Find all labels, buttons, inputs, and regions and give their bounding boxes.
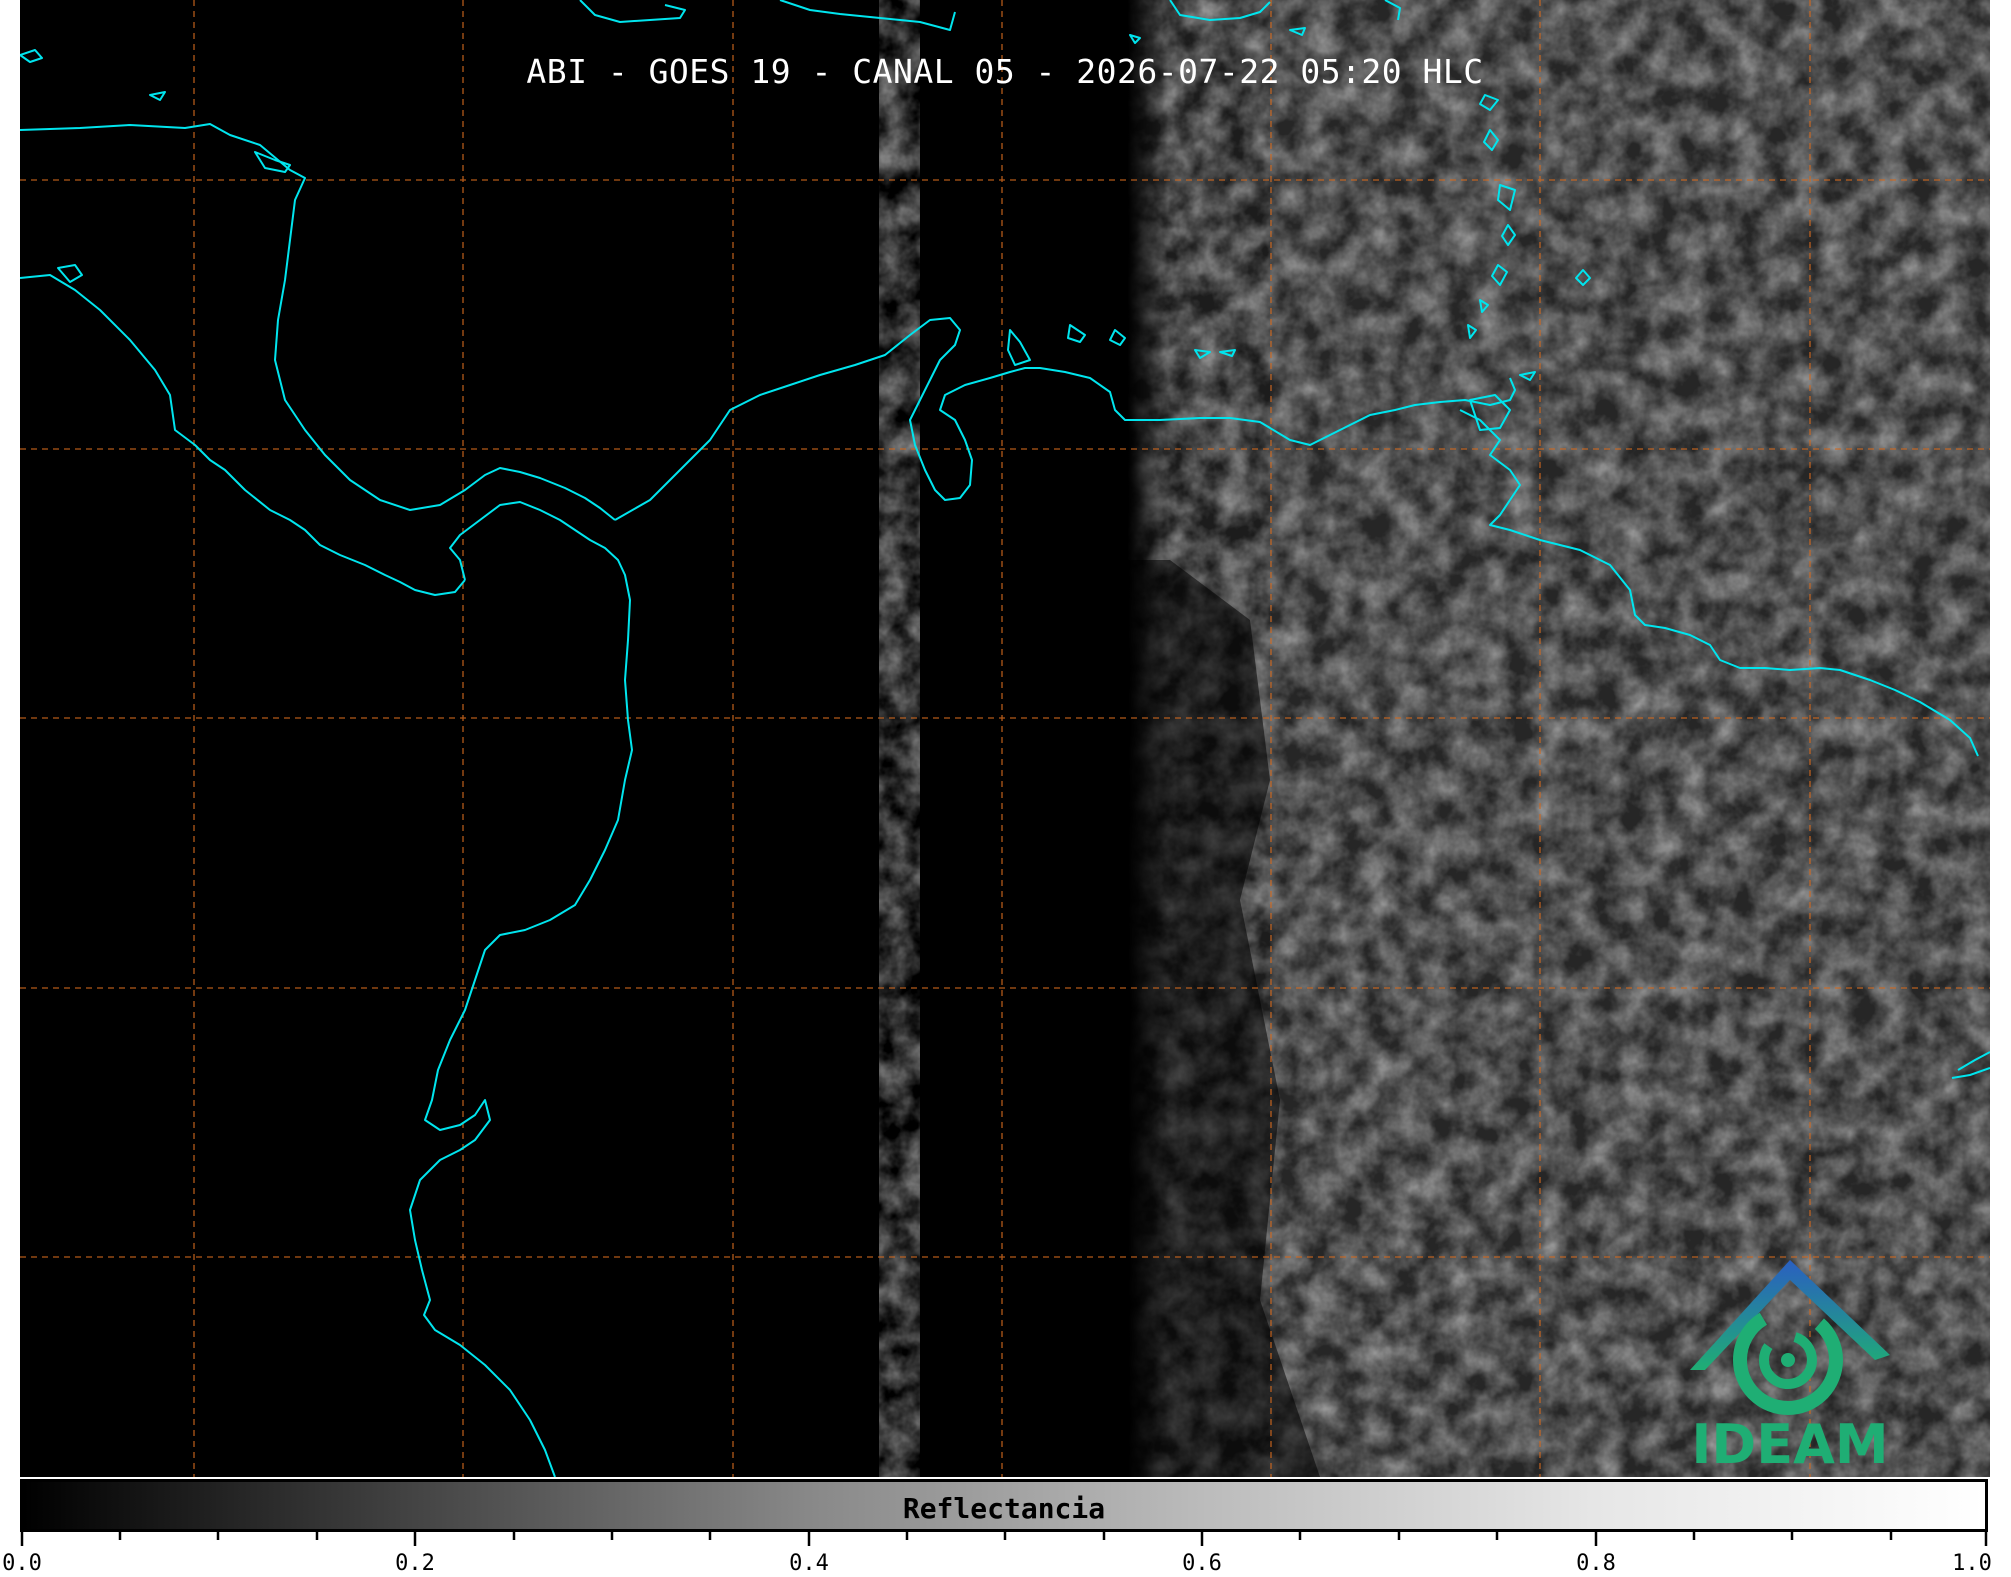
colorbar-tick-label: 0.0 bbox=[2, 1551, 42, 1576]
ideam-logo: IDEAM bbox=[1660, 1255, 1920, 1476]
logo-text: IDEAM bbox=[1691, 1413, 1889, 1476]
colorbar-tick-label: 1.0 bbox=[1952, 1551, 1992, 1576]
colorbar-tick-label: 0.2 bbox=[395, 1551, 435, 1576]
colorbar-label: Reflectancia bbox=[902, 1492, 1106, 1525]
colorbar-ticks bbox=[20, 1532, 1988, 1546]
colorbar: Reflectancia bbox=[20, 1479, 1988, 1532]
colorbar-tick-label: 0.4 bbox=[789, 1551, 829, 1576]
satellite-map: ABI - GOES 19 - CANAL 05 - 2026-07-22 05… bbox=[20, 0, 1990, 1477]
map-title: ABI - GOES 19 - CANAL 05 - 2026-07-22 05… bbox=[526, 52, 1484, 91]
colorbar-tick-label: 0.6 bbox=[1182, 1551, 1222, 1576]
colorbar-tick-label: 0.8 bbox=[1576, 1551, 1616, 1576]
